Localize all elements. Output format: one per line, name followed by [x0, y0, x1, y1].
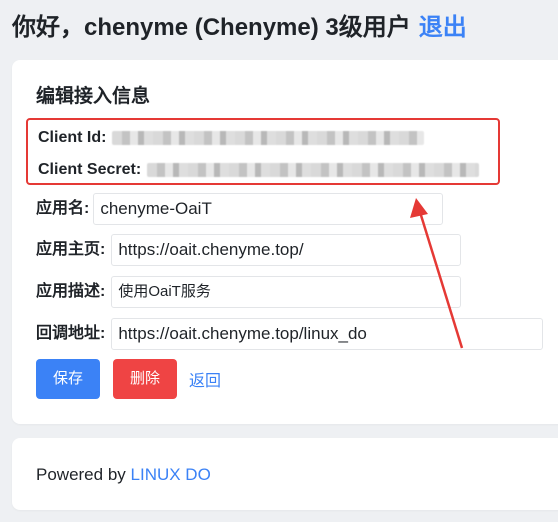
callback-label: 回调地址: [36, 325, 106, 342]
footer-card: Powered by LINUX DO [12, 438, 558, 510]
app-name-row: 应用名: chenyme-OaiT [36, 193, 444, 225]
edit-card: 编辑接入信息 Client Id: Client Secret: 应用名: ch… [12, 60, 558, 424]
linux-do-link[interactable]: LINUX DO [131, 465, 211, 484]
app-name-label: 应用名: [36, 200, 90, 217]
page-header: 你好，chenyme (Chenyme) 3级用户 退出 [12, 12, 467, 44]
back-link[interactable]: 返回 [189, 367, 221, 391]
client-id-row: Client Id: [38, 128, 425, 148]
client-id-redacted [112, 131, 425, 145]
save-button[interactable]: 保存 [36, 359, 100, 399]
section-title: 编辑接入信息 [36, 86, 151, 107]
powered-by-text: Powered by [36, 465, 126, 484]
homepage-input[interactable]: https://oait.chenyme.top/ [111, 234, 462, 266]
greeting-text: 你好，chenyme (Chenyme) 3级用户 [12, 14, 411, 41]
client-id-label: Client Id: [38, 129, 107, 146]
app-name-input[interactable]: chenyme-OaiT [93, 193, 444, 225]
footer-text: Powered by LINUX DO [36, 464, 211, 486]
client-secret-row: Client Secret: [38, 160, 480, 180]
client-secret-redacted [147, 163, 480, 177]
description-input[interactable]: 使用OaiT服务 [111, 276, 462, 308]
homepage-label: 应用主页: [36, 241, 106, 258]
description-label: 应用描述: [36, 283, 106, 300]
description-row: 应用描述: 使用OaiT服务 [36, 276, 462, 308]
delete-button[interactable]: 删除 [113, 359, 177, 399]
credentials-highlight-box: Client Id: Client Secret: [26, 118, 500, 185]
callback-row: 回调地址: https://oait.chenyme.top/linux_do [36, 318, 544, 350]
form-actions: 保存 删除 返回 [36, 359, 221, 399]
client-secret-label: Client Secret: [38, 161, 142, 178]
callback-input[interactable]: https://oait.chenyme.top/linux_do [111, 318, 544, 350]
logout-link[interactable]: 退出 [419, 14, 467, 41]
homepage-row: 应用主页: https://oait.chenyme.top/ [36, 234, 462, 266]
